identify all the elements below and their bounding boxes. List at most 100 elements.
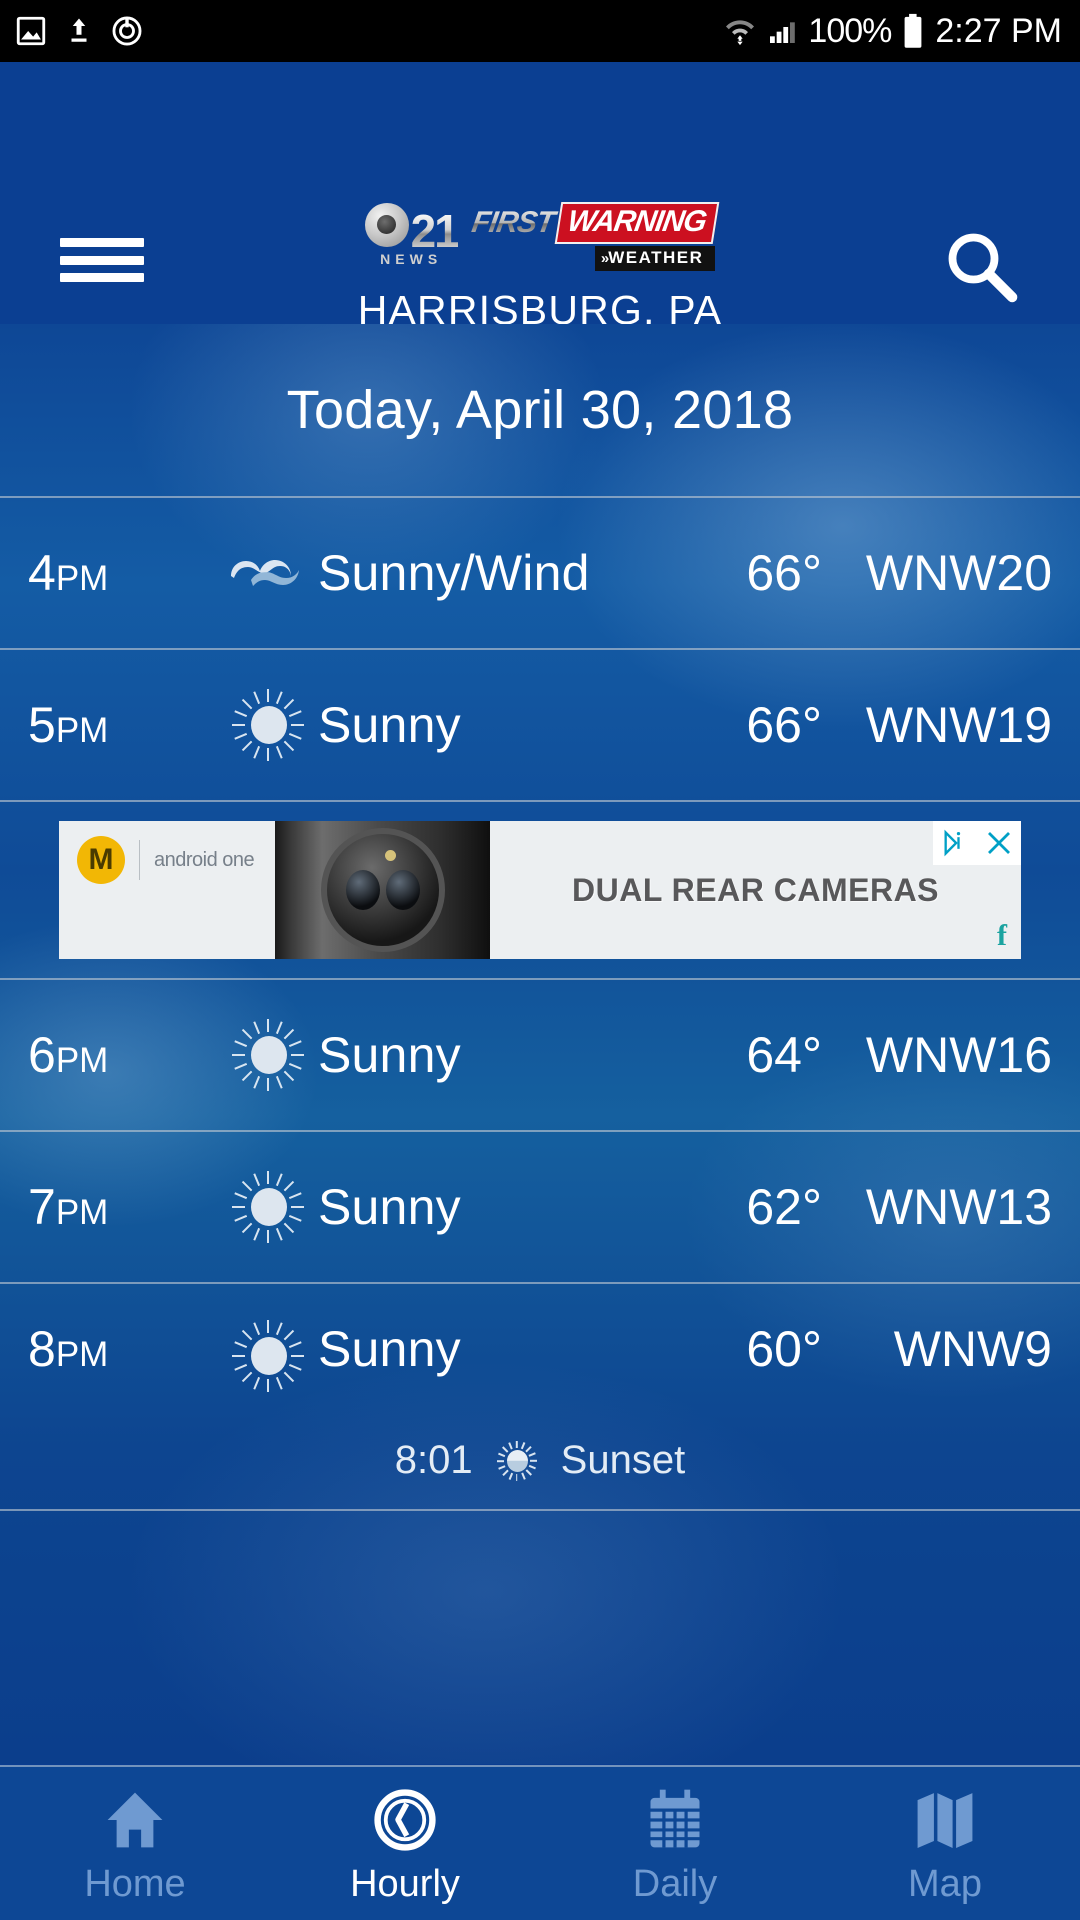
first-warning-weather-logo: FIRST WARNING » WEATHER [469, 202, 719, 271]
hour-ampm: PM [55, 1041, 109, 1080]
bottom-navigation: Home Hourly Daily Map [0, 1765, 1080, 1920]
condition-label: Sunny [318, 1321, 461, 1377]
sun-ray [232, 1355, 268, 1357]
date-heading: Today, April 30, 2018 [286, 380, 794, 440]
status-bar-right-icons: 100% 2:27 PM [724, 12, 1080, 51]
wifi-icon [726, 20, 755, 46]
condition-label: Sunny/Wind [318, 545, 590, 601]
hour-time: 4PM [28, 544, 218, 602]
upload-icon [71, 18, 87, 42]
wind-label: WNW16 [865, 1027, 1052, 1083]
nav-item-home[interactable]: Home [0, 1767, 270, 1920]
sun-icon [218, 1171, 318, 1243]
temperature-label: 62° [746, 1179, 822, 1235]
close-icon[interactable] [977, 821, 1021, 865]
map-icon [917, 1792, 973, 1848]
flurry-logo: f [997, 919, 1007, 952]
sun-ray [232, 724, 268, 726]
wind-icon [218, 546, 318, 600]
nav-item-map[interactable]: Map [810, 1767, 1080, 1920]
station-logo: 21 NEWS FIRST WARNING » WEATHER [0, 202, 1080, 271]
wind-label: WNW20 [865, 545, 1052, 601]
sun-ray [232, 1054, 268, 1056]
warning-word: WARNING [554, 202, 719, 244]
ad-divider [139, 840, 140, 880]
sun-glyph [232, 1019, 304, 1091]
first-word: FIRST [469, 206, 560, 240]
battery-icon [904, 13, 922, 48]
clock-icon [374, 1788, 436, 1851]
sun-icon [218, 1320, 318, 1392]
cbs-eye-icon [364, 202, 409, 247]
cbs-21-news-logo: 21 NEWS [364, 202, 460, 267]
ad-brand-block: M android one [59, 821, 275, 959]
sun-glyph [232, 1171, 304, 1243]
motorola-logo-icon: M [77, 836, 125, 884]
sunset-icon [496, 1440, 537, 1481]
temperature-label: 66° [746, 545, 822, 601]
hour-time: 6PM [28, 1026, 218, 1084]
hour-time: 7PM [28, 1178, 218, 1236]
signal-icon [770, 22, 796, 43]
nav-label: Daily [632, 1862, 718, 1905]
status-bar-clock: 2:27 PM [935, 11, 1062, 50]
sunset-label: Sunset [560, 1438, 686, 1482]
hour-number: 4 [28, 545, 56, 601]
hour-number: 7 [28, 1179, 56, 1235]
sun-glyph [232, 689, 304, 761]
hour-ampm: PM [55, 1193, 109, 1232]
status-bar: 100% 2:27 PM [0, 0, 1080, 62]
temperature-label: 60° [746, 1321, 822, 1377]
nav-label: Hourly [350, 1862, 460, 1905]
nav-label: Map [908, 1862, 982, 1905]
weather-bar: » WEATHER [594, 246, 716, 271]
hourly-row[interactable]: 4PM Sunny/Wind 66° WNW20 [0, 498, 1080, 648]
image-icon [16, 16, 46, 46]
temperature-label: 64° [746, 1027, 822, 1083]
channel-number: 21 [410, 205, 460, 258]
hourly-row[interactable]: 7PM Sunny 62° WNW13 [0, 1132, 1080, 1282]
sun-icon [218, 689, 318, 761]
calendar-icon [650, 1789, 700, 1847]
wind-label: WNW19 [865, 697, 1052, 753]
weather-word: WEATHER [608, 248, 704, 267]
adchoices-icon[interactable] [933, 821, 977, 865]
cbs-eye-and-number: 21 [364, 202, 460, 258]
hourly-row[interactable]: 6PM Sunny 64° WNW16 [0, 980, 1080, 1130]
dual-camera-icon [320, 828, 445, 952]
nav-item-daily[interactable]: Daily [540, 1767, 810, 1920]
home-icon [107, 1792, 163, 1847]
hourly-row[interactable]: 5PM Sunny 66° WNW19 [0, 650, 1080, 800]
ad-phone-image [275, 821, 490, 959]
condition-label: Sunny [318, 697, 461, 753]
ad-sub-brand: android one [154, 848, 255, 871]
hourly-row[interactable]: 8PM Sunny 60° WNW9 8:01 Sunset [0, 1284, 1080, 1509]
hour-ampm: PM [55, 711, 109, 750]
chevrons-icon: » [600, 249, 610, 267]
temperature-label: 66° [746, 697, 822, 753]
camera-flash [384, 850, 396, 861]
sunset-time: 8:01 [394, 1438, 473, 1482]
nav-item-hourly[interactable]: Hourly [270, 1767, 540, 1920]
wind-label: WNW9 [893, 1321, 1052, 1377]
condition-label: Sunny [318, 1027, 461, 1083]
alarm-icon [112, 16, 142, 46]
camera-lens [345, 870, 380, 910]
hamburger-bar [60, 273, 144, 282]
nav-label: Home [84, 1862, 186, 1905]
hour-number: 8 [28, 1321, 56, 1377]
status-bar-left-icons [0, 14, 144, 48]
sunset-row: 8:01 Sunset [0, 1438, 1080, 1483]
battery-percent-label: 100% [808, 11, 892, 50]
app-header: 21 NEWS FIRST WARNING » WEATHER HARRISBU… [0, 62, 1080, 333]
advertisement-banner[interactable]: M android one DUAL REAR CAMERAS f [0, 802, 1080, 978]
camera-lens [385, 870, 420, 910]
hourly-row-partial[interactable] [0, 1511, 1080, 1661]
hour-ampm: PM [55, 559, 109, 598]
ad-content[interactable]: M android one DUAL REAR CAMERAS f [59, 821, 1021, 959]
condition-label: Sunny [318, 1179, 461, 1235]
hour-time: 5PM [28, 696, 218, 754]
hour-number: 5 [28, 697, 56, 753]
first-warning-row: FIRST WARNING [468, 202, 719, 244]
ad-controls[interactable] [933, 821, 1021, 865]
